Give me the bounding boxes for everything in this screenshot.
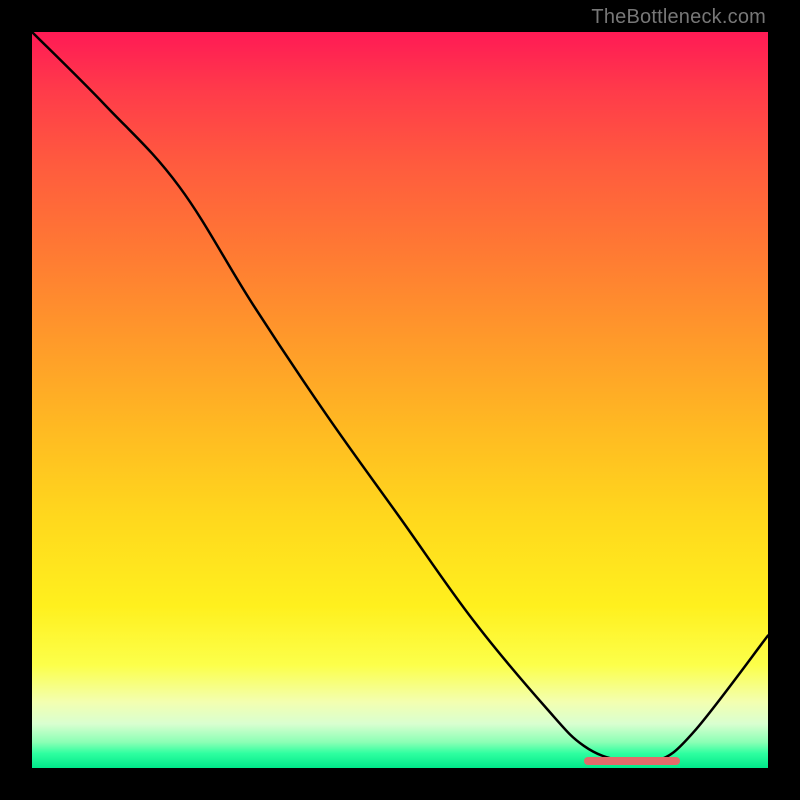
watermark-text: TheBottleneck.com	[591, 6, 766, 29]
chart-container: TheBottleneck.com	[0, 0, 800, 800]
optimal-range-marker	[584, 757, 680, 765]
bottleneck-curve	[32, 32, 768, 764]
plot-area	[32, 32, 768, 768]
curve-layer	[32, 32, 768, 768]
